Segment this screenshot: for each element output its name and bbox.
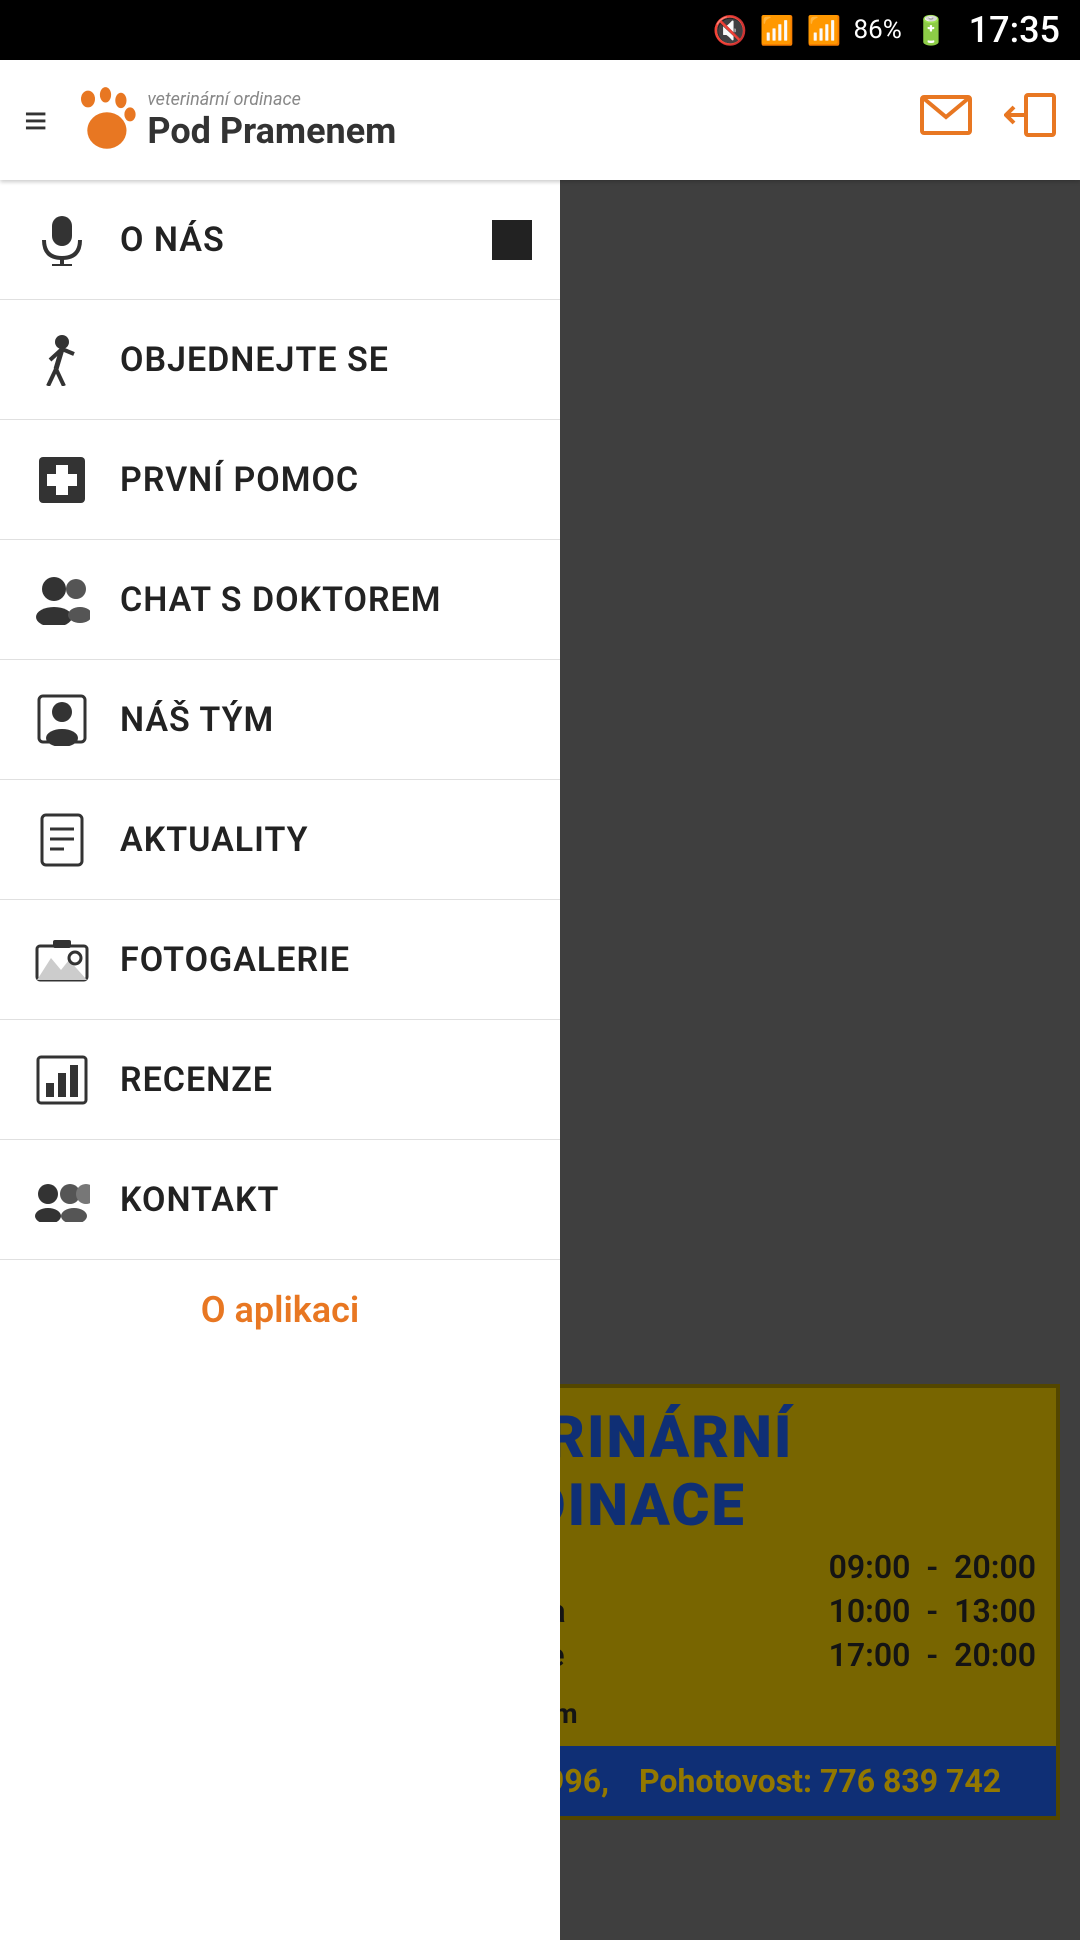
sidebar-item-objednejte-se[interactable]: OBJEDNEJTE SE bbox=[0, 300, 560, 420]
sidebar-item-label: OBJEDNEJTE SE bbox=[120, 340, 389, 380]
battery-icon: 🔋 bbox=[914, 14, 949, 47]
about-app-button[interactable]: O aplikaci bbox=[0, 1260, 560, 1360]
sidebar-item-label: O NÁS bbox=[120, 220, 225, 260]
nav-drawer: O NÁS OBJEDNEJTE SE bbox=[0, 180, 560, 1940]
hamburger-button[interactable]: ≡ bbox=[24, 97, 47, 144]
sidebar-item-recenze[interactable]: RECENZE bbox=[0, 1020, 560, 1140]
signal-icon: 📶 bbox=[807, 14, 842, 47]
mic-icon bbox=[32, 210, 92, 270]
app-header: ≡ veterinární ordinace Pod Pramenem bbox=[0, 60, 1080, 180]
sidebar-item-label: PRVNÍ POMOC bbox=[120, 460, 359, 500]
tablet-icon bbox=[32, 810, 92, 870]
main-content: m bylaé doby uplynuloo. novinkách vežívá… bbox=[0, 180, 1080, 1940]
logo-main: Pod Pramenem bbox=[147, 110, 396, 152]
sidebar-item-label: AKTUALITY bbox=[120, 820, 309, 860]
contact-icon bbox=[32, 1170, 92, 1230]
mail-icon[interactable] bbox=[920, 94, 972, 146]
sidebar-item-label: KONTAKT bbox=[120, 1180, 279, 1220]
wifi-icon: 📶 bbox=[760, 14, 795, 47]
mute-icon: 🔇 bbox=[713, 14, 748, 47]
paw-logo-icon bbox=[67, 85, 137, 155]
status-bar: 🔇 📶 📶 86% 🔋 17:35 bbox=[0, 0, 1080, 60]
sidebar-item-nas-tym[interactable]: NÁŠ TÝM bbox=[0, 660, 560, 780]
chart-icon bbox=[32, 1050, 92, 1110]
logo-text-block: veterinární ordinace Pod Pramenem bbox=[147, 89, 396, 152]
sidebar-item-aktuality[interactable]: AKTUALITY bbox=[0, 780, 560, 900]
sidebar-item-label: CHAT S DOKTOREM bbox=[120, 580, 442, 620]
team-icon bbox=[32, 690, 92, 750]
sidebar-item-fotogalerie[interactable]: FOTOGALERIE bbox=[0, 900, 560, 1020]
battery-level: 86% bbox=[854, 15, 902, 45]
sidebar-item-kontakt[interactable]: KONTAKT bbox=[0, 1140, 560, 1260]
first-aid-icon bbox=[32, 450, 92, 510]
notification-badge bbox=[492, 220, 532, 260]
status-icons: 🔇 📶 📶 86% 🔋 17:35 bbox=[713, 9, 1060, 51]
sidebar-item-label: NÁŠ TÝM bbox=[120, 700, 274, 740]
header-right bbox=[920, 93, 1056, 148]
logo-small: veterinární ordinace bbox=[147, 89, 396, 110]
walk-icon bbox=[32, 330, 92, 390]
logo-container: veterinární ordinace Pod Pramenem bbox=[67, 85, 396, 155]
sidebar-item-prvni-pomoc[interactable]: PRVNÍ POMOC bbox=[0, 420, 560, 540]
about-app-label: O aplikaci bbox=[201, 1289, 360, 1331]
sidebar-item-chat-s-doktorem[interactable]: CHAT S DOKTOREM bbox=[0, 540, 560, 660]
chat-doctor-icon bbox=[32, 570, 92, 630]
login-icon[interactable] bbox=[1004, 93, 1056, 148]
photo-icon bbox=[32, 930, 92, 990]
sidebar-item-label: RECENZE bbox=[120, 1060, 273, 1100]
sidebar-item-o-nas[interactable]: O NÁS bbox=[0, 180, 560, 300]
status-time: 17:35 bbox=[969, 9, 1060, 51]
sidebar-item-label: FOTOGALERIE bbox=[120, 940, 350, 980]
header-left: ≡ veterinární ordinace Pod Pramenem bbox=[24, 85, 396, 155]
